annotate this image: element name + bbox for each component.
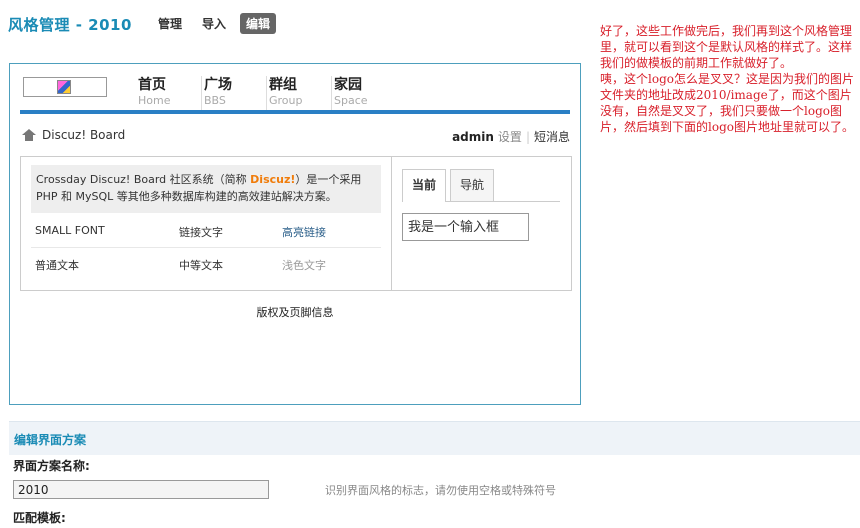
- tab-import[interactable]: 导入: [196, 13, 232, 34]
- normal-text: 普通文本: [35, 259, 79, 272]
- divider: |: [525, 129, 530, 144]
- intro-text: Crossday Discuz! Board 社区系统（简称 Discuz!）是…: [31, 165, 381, 213]
- nav-label: 广场: [204, 77, 232, 93]
- main-column: Crossday Discuz! Board 社区系统（简称 Discuz!）是…: [21, 157, 391, 290]
- nav-sublabel: Group: [269, 94, 303, 107]
- section-title: 编辑界面方案: [14, 433, 87, 447]
- light-text: 浅色文字: [282, 259, 326, 272]
- home-icon[interactable]: [22, 129, 36, 141]
- template-label: 匹配模板:: [13, 511, 66, 525]
- broken-image-icon: [57, 80, 71, 94]
- highlight-link[interactable]: 高亮链接: [282, 224, 326, 240]
- breadcrumb: Discuz! Board: [22, 128, 125, 142]
- nav-sublabel: Home: [138, 94, 171, 107]
- style-preview: 首页 Home 广场 BBS 群组 Group 家园 Space Discuz!…: [9, 63, 581, 405]
- intro-part: Crossday Discuz! Board 社区系统（简称: [36, 173, 251, 186]
- nav-item-group[interactable]: 群组 Group: [266, 76, 331, 110]
- nav-item-home[interactable]: 首页 Home: [136, 76, 201, 110]
- name-label: 界面方案名称:: [13, 459, 90, 473]
- medium-text: 中等文本: [179, 259, 223, 272]
- username-link[interactable]: admin: [452, 130, 494, 144]
- content-box: Crossday Discuz! Board 社区系统（简称 Discuz!）是…: [20, 156, 572, 291]
- annotation-note: 好了，这些工作做完后，我们再到这个风格管理里，就可以看到这个是默认风格的样式了。…: [600, 24, 854, 134]
- nav-item-bbs[interactable]: 广场 BBS: [201, 76, 266, 110]
- page-title: 风格管理 - 2010: [8, 16, 132, 34]
- side-column: 当前 导航 我是一个输入框: [391, 157, 572, 290]
- tab-edit[interactable]: 编辑: [240, 13, 277, 34]
- name-hint: 识别界面风格的标志，请勿使用空格或特殊符号: [325, 484, 556, 497]
- section-header: 编辑界面方案: [9, 421, 860, 455]
- breadcrumb-link[interactable]: Discuz! Board: [42, 128, 125, 142]
- nav-sublabel: Space: [334, 94, 368, 107]
- logo-image: [23, 77, 107, 97]
- link-text[interactable]: 链接文字: [179, 224, 223, 240]
- main-nav: 首页 Home 广场 BBS 群组 Group 家园 Space: [136, 76, 396, 110]
- nav-label: 群组: [269, 77, 297, 93]
- user-box: admin 设置 | 短消息: [452, 128, 570, 145]
- nav-sublabel: BBS: [204, 94, 226, 107]
- settings-link[interactable]: 设置: [498, 128, 522, 145]
- small-font-text: SMALL FONT: [35, 224, 105, 237]
- nav-underline: [20, 110, 570, 114]
- brand-name: Discuz!: [250, 173, 296, 186]
- style-name-input[interactable]: 2010: [13, 480, 269, 499]
- footer-text: 版权及页脚信息: [256, 306, 334, 319]
- top-nav: 管理 导入 编辑: [152, 13, 277, 34]
- nav-label: 首页: [138, 77, 166, 93]
- sample-input[interactable]: 我是一个输入框: [402, 213, 529, 241]
- tab-current[interactable]: 当前: [402, 169, 447, 202]
- nav-label: 家园: [334, 77, 362, 93]
- tab-manage[interactable]: 管理: [152, 13, 188, 34]
- tab-nav[interactable]: 导航: [450, 169, 495, 201]
- table-row: SMALL FONT 链接文字 高亮链接: [31, 215, 381, 248]
- side-tabs: 当前 导航: [402, 169, 560, 202]
- table-row: 普通文本 中等文本 浅色文字: [31, 248, 381, 280]
- messages-link[interactable]: 短消息: [534, 128, 570, 145]
- nav-item-space[interactable]: 家园 Space: [331, 76, 396, 110]
